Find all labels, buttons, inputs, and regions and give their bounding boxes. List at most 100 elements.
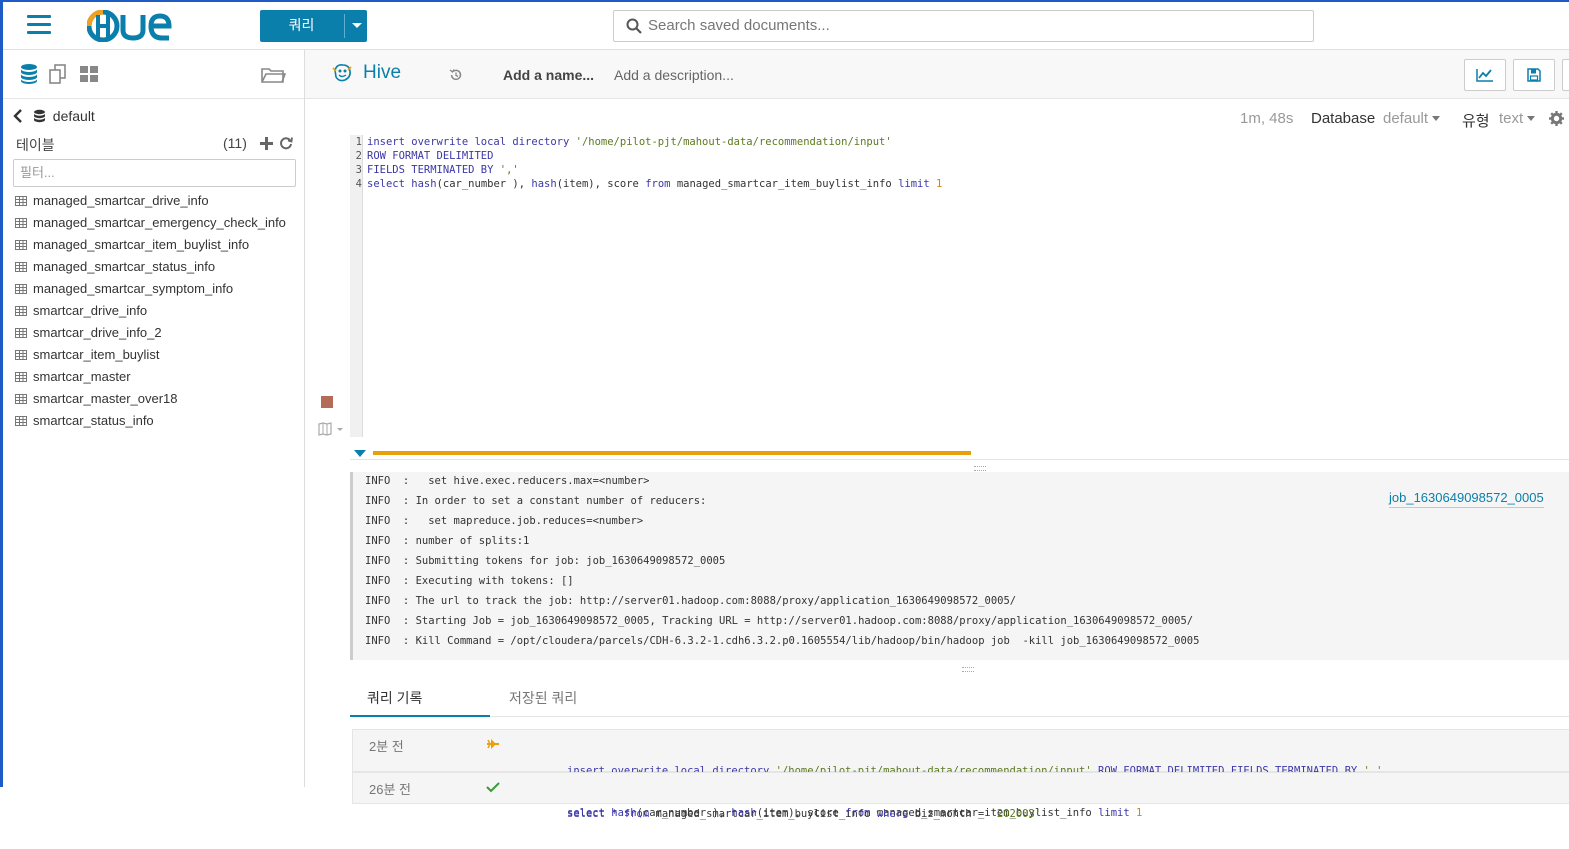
code-keyword: select *: [567, 808, 624, 820]
table-list-item[interactable]: smartcar_master: [15, 366, 300, 388]
document-name[interactable]: Add a name...: [503, 67, 594, 83]
query-button-separator: [344, 14, 345, 38]
editor-header: Hive Add a name... Add a description...: [305, 50, 1569, 99]
save-icon: [1527, 68, 1541, 82]
table-filter: [13, 159, 296, 187]
chevron-left-icon[interactable]: [13, 109, 23, 123]
results-tabs: 쿼리 기록 저장된 쿼리: [350, 684, 1569, 717]
history-icon[interactable]: [449, 68, 463, 82]
database-breadcrumb[interactable]: default: [13, 108, 95, 128]
database-icon[interactable]: [18, 63, 40, 85]
code-number: 1: [1129, 807, 1143, 819]
job-link[interactable]: job_1630649098572_0005: [1389, 490, 1544, 508]
table-list: managed_smartcar_drive_info managed_smart…: [15, 190, 300, 432]
menu-icon[interactable]: [27, 15, 51, 35]
code-string: ',': [499, 164, 519, 176]
apps-grid-icon[interactable]: [78, 63, 100, 85]
log-line: INFO : Kill Command = /opt/cloudera/parc…: [365, 635, 1200, 647]
divider: [350, 459, 1569, 460]
more-button[interactable]: [1562, 59, 1569, 91]
table-list-item[interactable]: smartcar_master_over18: [15, 388, 300, 410]
history-time: 2분 전: [369, 739, 404, 754]
database-select[interactable]: default: [1383, 110, 1441, 127]
history-row[interactable]: 2분 전 insert overwrite local directory '/…: [352, 729, 1569, 819]
code-keyword: from: [645, 178, 671, 190]
table-list-item[interactable]: smartcar_drive_info_2: [15, 322, 300, 344]
table-icon: [15, 394, 27, 404]
table-list-item[interactable]: managed_smartcar_status_info: [15, 256, 300, 278]
caret-down-icon: [1432, 116, 1441, 121]
history-row[interactable]: 26분 전 select * from managed_smartcar_ite…: [352, 772, 1569, 820]
code-line-2: 2 ROW FORMAT DELIMITED: [350, 149, 494, 163]
tab-label: 쿼리 기록: [367, 690, 423, 706]
table-name: managed_smartcar_drive_info: [33, 193, 209, 208]
table-name: smartcar_item_buylist: [33, 347, 160, 362]
code-text: biz_month =: [908, 808, 991, 820]
editor-title[interactable]: Hive: [363, 62, 401, 84]
type-select[interactable]: text: [1499, 110, 1536, 127]
save-button[interactable]: [1513, 59, 1555, 91]
code-line-1: 1 insert overwrite local directory '/home…: [350, 135, 892, 149]
table-list-item[interactable]: managed_smartcar_emergency_check_info: [15, 212, 300, 234]
query-button-label: 쿼리: [288, 17, 315, 33]
folder-open-icon[interactable]: [260, 63, 286, 85]
table-list-item[interactable]: smartcar_status_info: [15, 410, 300, 432]
assist-panel-toolbar: [3, 50, 304, 99]
table-filter-input[interactable]: [14, 160, 280, 184]
line-number: 1: [355, 136, 362, 148]
table-name: managed_smartcar_item_buylist_info: [33, 237, 250, 252]
code-line-3: 3 FIELDS TERMINATED BY ',': [350, 163, 519, 177]
log-line: INFO : number of splits:1: [365, 535, 530, 547]
search-box: [613, 10, 1314, 42]
hue-logo[interactable]: [86, 9, 187, 47]
database-name: default: [52, 108, 95, 124]
table-list-item[interactable]: smartcar_item_buylist: [15, 344, 300, 366]
table-list-item[interactable]: managed_smartcar_item_buylist_info: [15, 234, 300, 256]
map-icon[interactable]: [318, 422, 344, 436]
tables-header: 테이블 (11): [16, 135, 294, 155]
chart-button[interactable]: [1464, 59, 1506, 91]
log-line: INFO : Starting Job = job_1630649098572_…: [365, 615, 1194, 627]
table-icon: [15, 262, 27, 272]
table-list-item[interactable]: managed_smartcar_drive_info: [15, 190, 300, 212]
add-icon[interactable]: [260, 137, 273, 150]
code-keyword: insert overwrite local directory: [367, 136, 576, 148]
caret-down-icon[interactable]: [354, 450, 366, 457]
table-name: smartcar_master: [33, 369, 131, 384]
top-navbar: 쿼리: [3, 2, 1569, 50]
table-list-item[interactable]: smartcar_drive_info: [15, 300, 300, 322]
query-progress-bar: [373, 451, 971, 455]
tab-saved-queries[interactable]: 저장된 쿼리: [509, 684, 609, 715]
document-description[interactable]: Add a description...: [614, 67, 734, 83]
stop-button[interactable]: [321, 396, 333, 408]
left-assist-panel: default 테이블 (11) managed_smartcar_drive_…: [3, 50, 305, 787]
caret-down-icon[interactable]: [352, 23, 362, 28]
type-select-value: text: [1499, 110, 1524, 127]
resize-grip-icon[interactable]: [962, 667, 974, 672]
table-list-item[interactable]: managed_smartcar_symptom_info: [15, 278, 300, 300]
code-keyword: where: [876, 808, 909, 820]
table-name: smartcar_status_info: [33, 413, 154, 428]
sql-code-editor[interactable]: 1 insert overwrite local directory '/home…: [350, 135, 1550, 437]
table-icon: [15, 416, 27, 426]
search-input[interactable]: [648, 11, 1298, 39]
tables-label: 테이블: [16, 137, 55, 153]
history-query-line: select * from managed_smartcar_item_buyl…: [567, 807, 1041, 821]
caret-down-icon: [1527, 116, 1536, 121]
code-number: 1: [929, 178, 943, 190]
tab-query-history[interactable]: 쿼리 기록: [350, 684, 490, 717]
hive-logo-icon: [332, 64, 352, 82]
table-name: managed_smartcar_status_info: [33, 259, 216, 274]
resize-grip-icon[interactable]: [974, 466, 986, 471]
refresh-icon[interactable]: [279, 136, 293, 150]
settings-gear-icon[interactable]: [1549, 111, 1564, 126]
line-number: 2: [355, 150, 362, 162]
code-text: (car_number ),: [436, 178, 532, 190]
table-icon: [15, 284, 27, 294]
code-text: (item), score: [556, 178, 646, 190]
documents-icon[interactable]: [47, 63, 69, 85]
query-button[interactable]: 쿼리: [260, 10, 367, 42]
log-line: INFO : The url to track the job: http://…: [365, 595, 1017, 607]
check-icon: [486, 782, 500, 793]
table-name: smartcar_master_over18: [33, 391, 178, 406]
